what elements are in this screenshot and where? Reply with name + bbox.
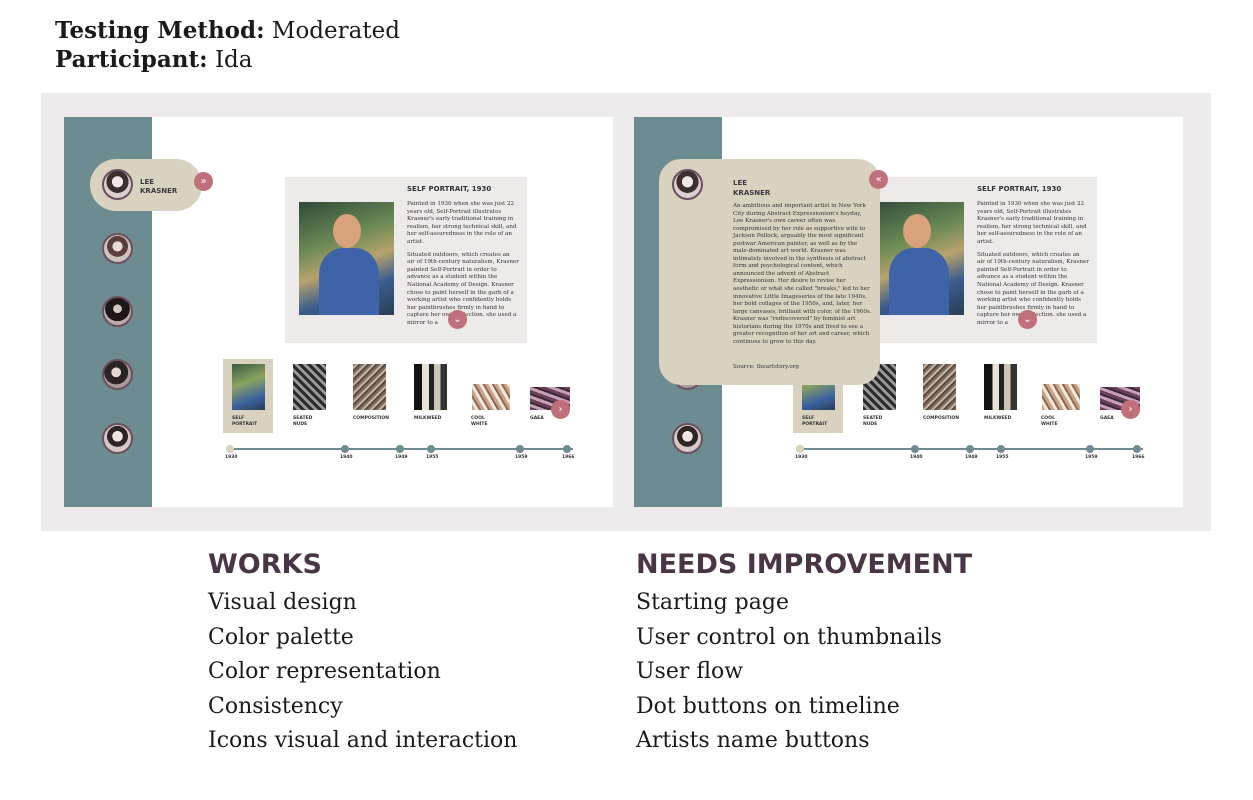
chevron-down-icon: ⌄ bbox=[453, 314, 462, 325]
artwork-title: SELF PORTRAIT, 1930 bbox=[407, 185, 492, 193]
timeline-year: 1940 bbox=[910, 455, 923, 460]
testing-method-value: Moderated bbox=[271, 18, 400, 44]
artist-avatar-2[interactable] bbox=[102, 233, 133, 264]
thumbnail-milkweed[interactable] bbox=[414, 364, 447, 410]
thumbnail-milkweed[interactable] bbox=[984, 364, 1017, 410]
thumbnail-seated-nude[interactable] bbox=[293, 364, 326, 410]
works-item: Visual design bbox=[208, 590, 357, 615]
timeline-year: 1949 bbox=[965, 455, 978, 460]
works-item: Consistency bbox=[208, 694, 343, 719]
timeline-year: 1955 bbox=[426, 455, 439, 460]
expand-artist-button[interactable]: » bbox=[194, 172, 213, 191]
thumbnail-label: SELF PORTRAIT bbox=[232, 416, 258, 427]
prototype-screen-default: LEE KRASNER » SELF PORTRAIT, 1930 Painte… bbox=[64, 117, 613, 507]
improvement-item: Dot buttons on timeline bbox=[636, 694, 900, 719]
improvement-item: Starting page bbox=[636, 590, 789, 615]
artist-avatar-5[interactable] bbox=[102, 423, 133, 454]
timeline-dot[interactable] bbox=[1086, 445, 1094, 453]
timeline-year: 1930 bbox=[795, 455, 808, 460]
timeline-year: 1959 bbox=[515, 455, 528, 460]
testing-method-line: Testing Method: Moderated bbox=[55, 17, 400, 45]
thumbnail-label: SEATED NUDE bbox=[293, 416, 313, 427]
artist-bio-text: An ambitious and important artist in New… bbox=[733, 203, 872, 345]
thumbnail-cool-white[interactable] bbox=[1042, 384, 1080, 410]
improvement-item: User control on thumbnails bbox=[636, 625, 942, 650]
artwork-info-card: SELF PORTRAIT, 1930 Painted in 1930 when… bbox=[855, 177, 1097, 343]
thumbnail-label: COOL WHITE bbox=[471, 416, 488, 427]
thumbnail-composition[interactable] bbox=[353, 364, 386, 410]
improvement-item: Artists name buttons bbox=[636, 728, 870, 753]
artwork-description-para1: Painted in 1930 when she was just 22 yea… bbox=[977, 201, 1087, 245]
timeline-dot[interactable] bbox=[911, 445, 919, 453]
timeline-dot-active[interactable] bbox=[226, 445, 234, 453]
artwork-info-card: SELF PORTRAIT, 1930 Painted in 1930 when… bbox=[285, 177, 527, 343]
timeline-year: 1959 bbox=[1085, 455, 1098, 460]
thumbnail-cool-white[interactable] bbox=[472, 384, 510, 410]
timeline-year: 1955 bbox=[996, 455, 1009, 460]
artwork-image bbox=[869, 202, 964, 315]
timeline-dot[interactable] bbox=[966, 445, 974, 453]
timeline-dot[interactable] bbox=[396, 445, 404, 453]
timeline-dot[interactable] bbox=[427, 445, 435, 453]
works-item: Color representation bbox=[208, 659, 441, 684]
thumbnail-label: COMPOSITION bbox=[923, 416, 959, 421]
thumbnail-composition[interactable] bbox=[923, 364, 956, 410]
artwork-description-para1: Painted in 1930 when she was just 22 yea… bbox=[407, 201, 517, 245]
thumbnail-label: MILKWEED bbox=[414, 416, 442, 421]
timeline-dot[interactable] bbox=[341, 445, 349, 453]
prototype-screen-expanded: SELF PORTRAIT, 1930 Painted in 1930 when… bbox=[634, 117, 1183, 507]
scroll-down-button[interactable]: ⌄ bbox=[1018, 310, 1037, 329]
timeline-year: 1966 bbox=[562, 455, 575, 460]
artist-avatar-5[interactable] bbox=[672, 423, 703, 454]
thumbnail-label: SELF PORTRAIT bbox=[802, 416, 828, 427]
thumbnail-label: MILKWEED bbox=[984, 416, 1012, 421]
timeline-dot[interactable] bbox=[516, 445, 524, 453]
participant-line: Participant: Ida bbox=[55, 46, 252, 74]
timeline-dot[interactable] bbox=[1133, 445, 1141, 453]
participant-label: Participant: bbox=[55, 46, 208, 73]
artist-name-label: LEE KRASNER bbox=[733, 179, 771, 197]
works-heading: WORKS bbox=[208, 549, 322, 580]
testing-method-label: Testing Method: bbox=[55, 17, 265, 44]
scroll-down-button[interactable]: ⌄ bbox=[448, 310, 467, 329]
thumbnail-label: GAEA bbox=[1100, 416, 1114, 421]
thumbnail-label: GAEA bbox=[530, 416, 544, 421]
double-chevron-left-icon: « bbox=[875, 174, 882, 185]
artist-avatar-3[interactable] bbox=[102, 296, 133, 327]
works-item: Color palette bbox=[208, 625, 354, 650]
participant-value: Ida bbox=[214, 47, 253, 73]
artist-avatar-4[interactable] bbox=[102, 359, 133, 390]
artist-avatar-krasner[interactable] bbox=[672, 169, 703, 200]
artwork-title: SELF PORTRAIT, 1930 bbox=[977, 185, 1062, 193]
timeline-year: 1940 bbox=[340, 455, 353, 460]
artwork-image bbox=[299, 202, 394, 315]
chevron-down-icon: ⌄ bbox=[1023, 314, 1032, 325]
improvement-item: User flow bbox=[636, 659, 744, 684]
chevron-right-icon: › bbox=[1128, 404, 1133, 415]
needs-improvement-heading: NEEDS IMPROVEMENT bbox=[636, 549, 973, 580]
screenshot-frame: LEE KRASNER » SELF PORTRAIT, 1930 Painte… bbox=[41, 93, 1211, 531]
timeline-year: 1949 bbox=[395, 455, 408, 460]
artist-name-label: LEE KRASNER bbox=[140, 178, 178, 195]
timeline-year: 1966 bbox=[1132, 455, 1145, 460]
double-chevron-right-icon: » bbox=[200, 176, 207, 187]
artist-bio-source: Source: theartstory.org bbox=[733, 364, 799, 370]
timeline-year: 1930 bbox=[225, 455, 238, 460]
timeline-dot[interactable] bbox=[997, 445, 1005, 453]
thumbnail-label: COMPOSITION bbox=[353, 416, 389, 421]
collapse-artist-button[interactable]: « bbox=[869, 170, 888, 189]
thumbnail-label: SEATED NUDE bbox=[863, 416, 883, 427]
chevron-right-icon: › bbox=[558, 404, 563, 415]
artist-avatar-krasner[interactable] bbox=[102, 169, 133, 200]
timeline-dot[interactable] bbox=[563, 445, 571, 453]
next-thumbnails-button[interactable]: › bbox=[1121, 400, 1140, 419]
works-item: Icons visual and interaction bbox=[208, 728, 518, 753]
artist-bio-popover: LEE KRASNER An ambitious and important a… bbox=[659, 159, 880, 385]
thumbnail-self-portrait[interactable] bbox=[232, 364, 265, 410]
timeline-dot-active[interactable] bbox=[796, 445, 804, 453]
next-thumbnails-button[interactable]: › bbox=[551, 400, 570, 419]
thumbnail-label: COOL WHITE bbox=[1041, 416, 1058, 427]
